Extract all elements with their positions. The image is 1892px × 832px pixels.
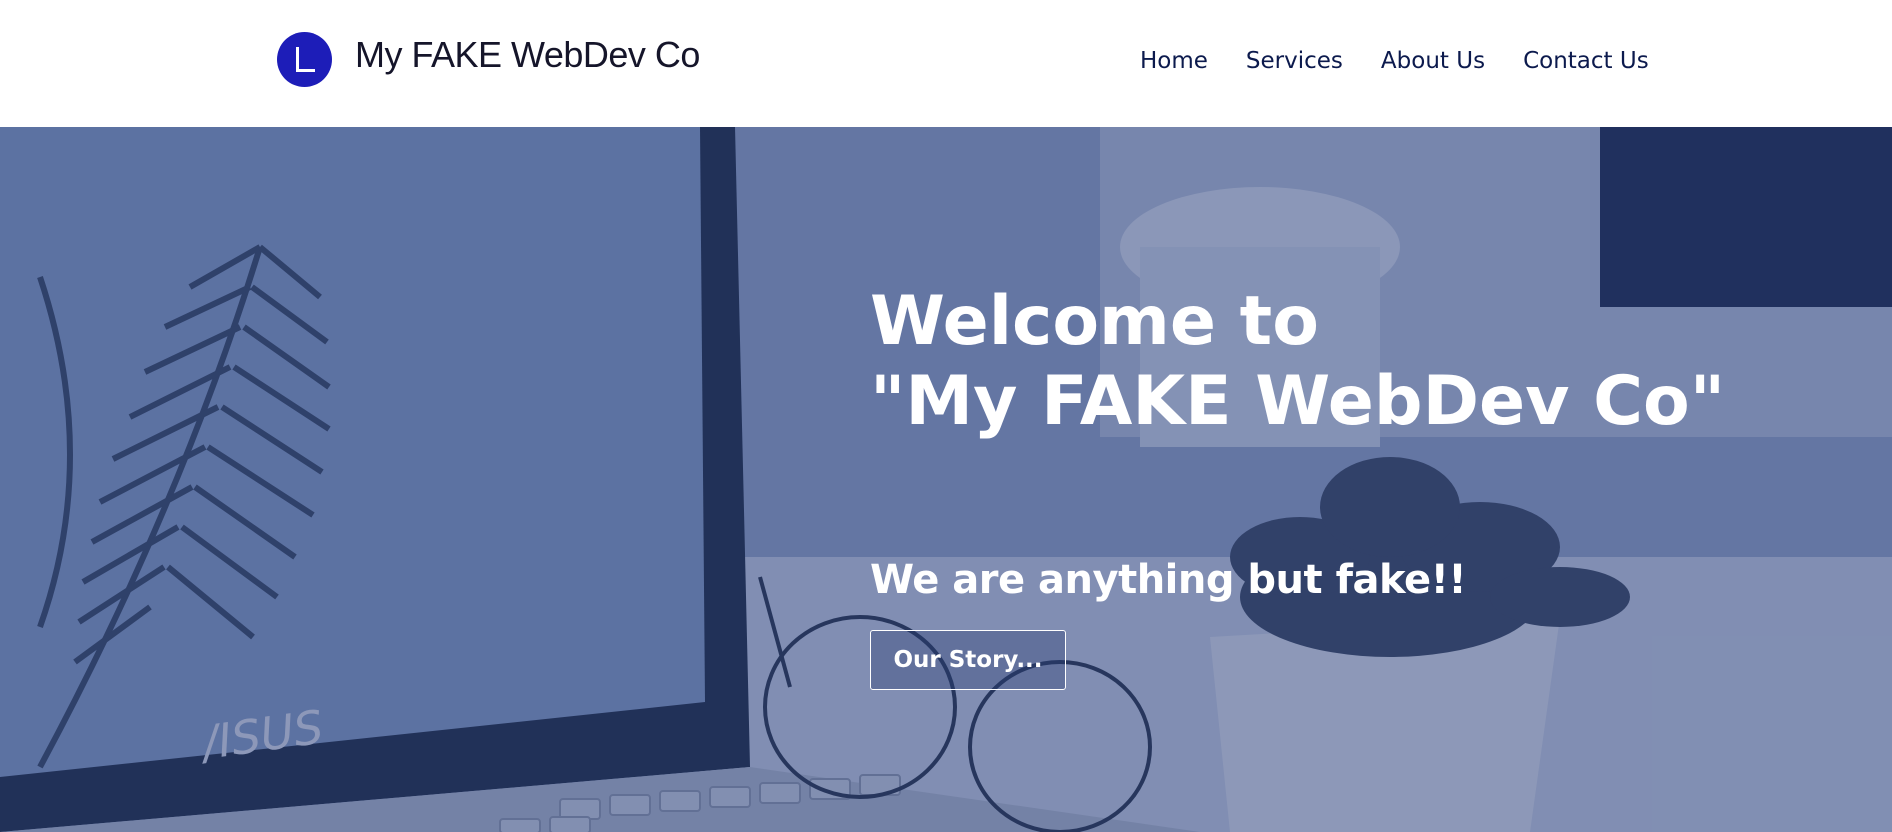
- hero-title: Welcome to "My FAKE WebDev Co": [870, 282, 1770, 442]
- nav-about-us-link[interactable]: About Us: [1381, 48, 1485, 74]
- hero-tagline: We are anything but fake!!: [870, 557, 1467, 603]
- letter-l-logo-icon[interactable]: [277, 32, 332, 87]
- hero-color-overlay: [0, 127, 1892, 832]
- brand-name[interactable]: My FAKE WebDev Co: [355, 34, 700, 76]
- hero-title-line-2: "My FAKE WebDev Co": [870, 362, 1726, 441]
- hero-section: /ISUS Welcome to "My FAKE WebDev Co" We …: [0, 127, 1892, 832]
- hero-content: Welcome to "My FAKE WebDev Co" We are an…: [870, 282, 1770, 690]
- main-nav: Home Services About Us Contact Us: [1140, 48, 1649, 74]
- nav-home-link[interactable]: Home: [1140, 48, 1208, 74]
- our-story-button[interactable]: Our Story...: [870, 630, 1066, 690]
- nav-contact-us-link[interactable]: Contact Us: [1523, 48, 1649, 74]
- hero-title-line-1: Welcome to: [870, 282, 1319, 361]
- nav-services-link[interactable]: Services: [1246, 48, 1343, 74]
- site-header: My FAKE WebDev Co Home Services About Us…: [0, 0, 1892, 127]
